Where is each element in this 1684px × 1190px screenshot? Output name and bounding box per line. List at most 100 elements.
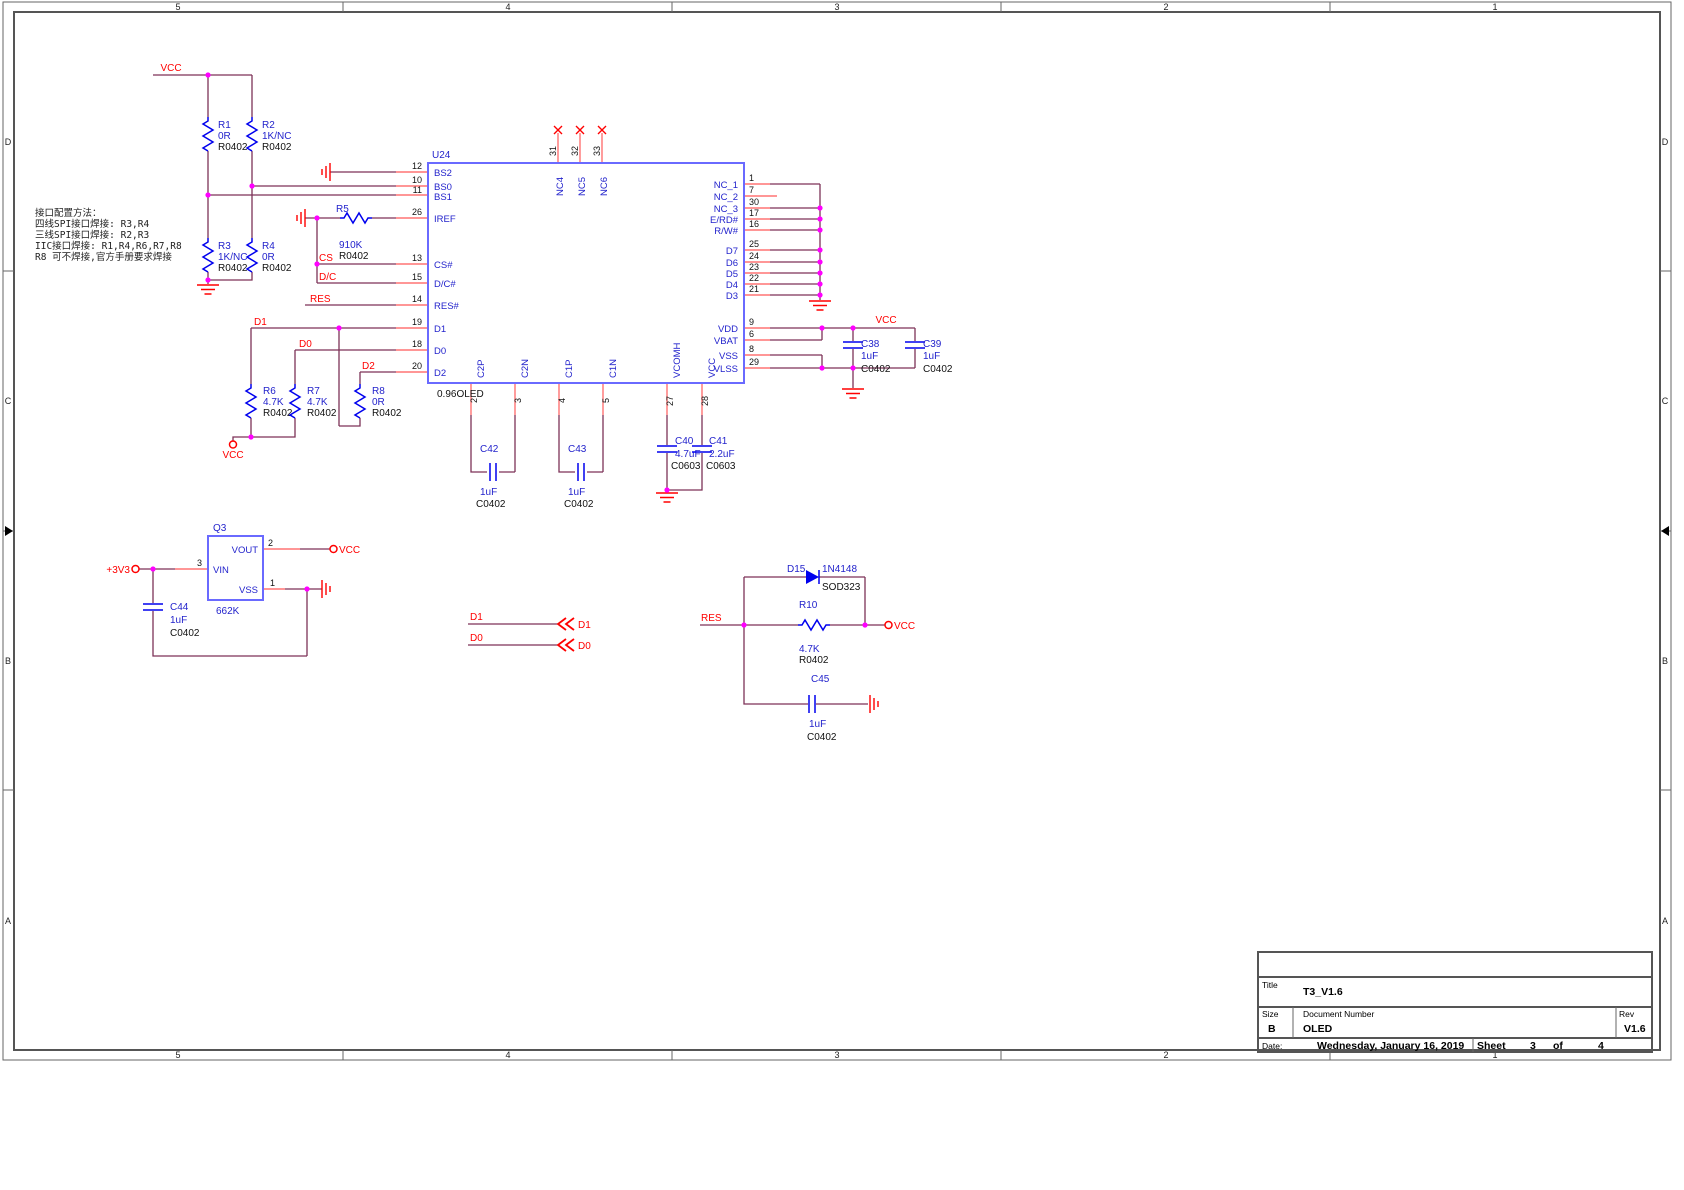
component-r3[interactable]: R3 1K/NC R0402 <box>203 238 248 274</box>
component-r5[interactable]: R5 910K R0402 <box>336 204 372 262</box>
offpage-connector-d1[interactable]: D1 D1 <box>470 612 591 631</box>
footprint: C0402 <box>923 364 953 375</box>
footprint: R0402 <box>262 142 292 153</box>
power-label-vcc[interactable]: VCC <box>875 315 896 326</box>
pin-name: VIN <box>213 565 229 576</box>
power-label-vcc[interactable]: VCC <box>222 450 243 461</box>
ground-icon[interactable] <box>322 580 330 598</box>
component-r2[interactable]: R2 1K/NC R0402 <box>247 117 292 153</box>
component-c44[interactable]: C44 1uF C0402 <box>143 602 200 639</box>
ground-icon[interactable] <box>656 493 678 502</box>
net-label-res[interactable]: RES <box>701 613 722 624</box>
component-q3[interactable]: Q3 662K VOUT VIN VSS 2 3 1 <box>197 523 275 617</box>
net-label-res[interactable]: RES <box>310 294 331 305</box>
pin-number: 7 <box>749 185 754 195</box>
pin-number: 23 <box>749 262 759 272</box>
component-u24[interactable]: U24 0.96OLED BS2 BS0 BS1 IREF CS# D/C# R… <box>412 146 759 406</box>
date-value[interactable]: Wednesday, January 16, 2019 <box>1317 1040 1464 1052</box>
pin-number: 8 <box>749 344 754 354</box>
component-c39[interactable]: C39 1uF C0402 <box>905 339 953 375</box>
pin-number: 6 <box>749 329 754 339</box>
pin-name: E/RD# <box>710 215 739 226</box>
ground-icon[interactable] <box>870 695 878 713</box>
component-r6[interactable]: R6 4.7K R0402 <box>246 384 293 419</box>
value: 0R <box>262 252 275 263</box>
component-r10[interactable]: R10 4.7K R0402 <box>798 600 830 666</box>
refdes: C43 <box>568 444 587 455</box>
component-r4[interactable]: R4 0R R0402 <box>247 238 292 274</box>
power-label-vcc[interactable]: VCC <box>894 621 915 632</box>
pin-name: C1P <box>564 360 575 378</box>
pin-number: 32 <box>570 146 580 156</box>
pin-number: 3 <box>197 558 202 568</box>
ground-icon[interactable] <box>809 301 831 310</box>
pin-name: NC_3 <box>714 204 738 215</box>
power-label-vcc[interactable]: VCC <box>160 63 181 74</box>
pin-name: VLSS <box>714 364 738 375</box>
diode-icon <box>806 570 819 584</box>
power-circle-icon <box>230 441 237 448</box>
pin-number: 31 <box>548 146 558 156</box>
rev-label: Rev <box>1619 1009 1635 1019</box>
net-label-dc[interactable]: D/C <box>319 272 336 283</box>
pin-number: 24 <box>749 251 759 261</box>
net-labels[interactable]: CS D/C RES D1 D0 D2 RES <box>254 253 722 624</box>
component-r1[interactable]: R1 0R R0402 <box>203 117 248 153</box>
pin-number: 1 <box>749 173 754 183</box>
pin-number: 18 <box>412 339 422 349</box>
ground-icon[interactable] <box>322 163 330 181</box>
capacitor-icon <box>657 446 677 452</box>
refdes: R1 <box>218 120 231 131</box>
ground-icon[interactable] <box>842 389 864 398</box>
refdes: R6 <box>263 386 276 397</box>
title-value[interactable]: T3_V1.6 <box>1303 986 1343 998</box>
offpage-connector-d0[interactable]: D0 D0 <box>470 633 591 652</box>
net-label-d1[interactable]: D1 <box>254 317 267 328</box>
power-label-vcc[interactable]: VCC <box>339 545 360 556</box>
size-label: Size <box>1262 1009 1279 1019</box>
sheet-number[interactable]: 3 <box>1530 1040 1536 1052</box>
ground-icon[interactable] <box>297 209 305 227</box>
resistor-icon <box>203 238 213 272</box>
component-c43[interactable]: C43 1uF C0402 <box>564 444 594 510</box>
offpage-chevron-icon <box>558 639 574 651</box>
component-d15[interactable]: D15 1N4148 SOD323 <box>787 564 861 593</box>
pin-number: 1 <box>270 578 275 588</box>
component-c42[interactable]: C42 1uF C0402 <box>476 444 506 510</box>
footprint: R0402 <box>799 655 829 666</box>
note-line: 三线SPI接口焊接: R2,R3 <box>35 229 149 241</box>
pin-name: CS# <box>434 260 453 271</box>
ground-symbols[interactable] <box>197 163 878 713</box>
schematic-canvas: 5 4 3 2 1 5 4 3 2 1 D C B A D C B A 接口配置… <box>0 0 1684 1190</box>
refdes: R2 <box>262 120 275 131</box>
pin-number: 16 <box>749 219 759 229</box>
component-c38[interactable]: C38 1uF C0402 <box>843 339 891 375</box>
sheet-total[interactable]: 4 <box>1598 1040 1604 1052</box>
pin-name: VBAT <box>714 336 738 347</box>
component-c45[interactable]: C45 1uF C0402 <box>807 674 837 743</box>
note-line: IIC接口焊接: R1,R4,R6,R7,R8 <box>35 240 182 252</box>
power-label-3v3[interactable]: +3V3 <box>106 565 130 576</box>
component-c40[interactable]: C40 4.7uF C0603 <box>657 436 701 472</box>
component-r8[interactable]: R8 0R R0402 <box>355 384 402 419</box>
rev-value[interactable]: V1.6 <box>1624 1023 1646 1035</box>
size-value[interactable]: B <box>1268 1023 1276 1035</box>
docnum-value[interactable]: OLED <box>1303 1023 1333 1035</box>
net-label: D0 <box>470 633 483 644</box>
title-label: Title <box>1262 980 1278 990</box>
offpage-chevron-icon <box>558 618 574 630</box>
net-label-d2[interactable]: D2 <box>362 361 375 372</box>
pin-name: C1N <box>608 359 619 378</box>
net-label-d0[interactable]: D0 <box>299 339 312 350</box>
pin-name: D2 <box>434 368 446 379</box>
net-label-cs[interactable]: CS <box>319 253 333 264</box>
component-r7[interactable]: R7 4.7K R0402 <box>290 384 337 419</box>
capacitor-icon <box>578 463 584 481</box>
refdes: R8 <box>372 386 385 397</box>
ground-icon[interactable] <box>197 285 219 294</box>
value: 1uF <box>809 719 826 730</box>
footprint: C0603 <box>706 461 736 472</box>
date-label: Date: <box>1262 1041 1282 1051</box>
pin-name: D4 <box>726 280 738 291</box>
value: 2.2uF <box>709 449 735 460</box>
